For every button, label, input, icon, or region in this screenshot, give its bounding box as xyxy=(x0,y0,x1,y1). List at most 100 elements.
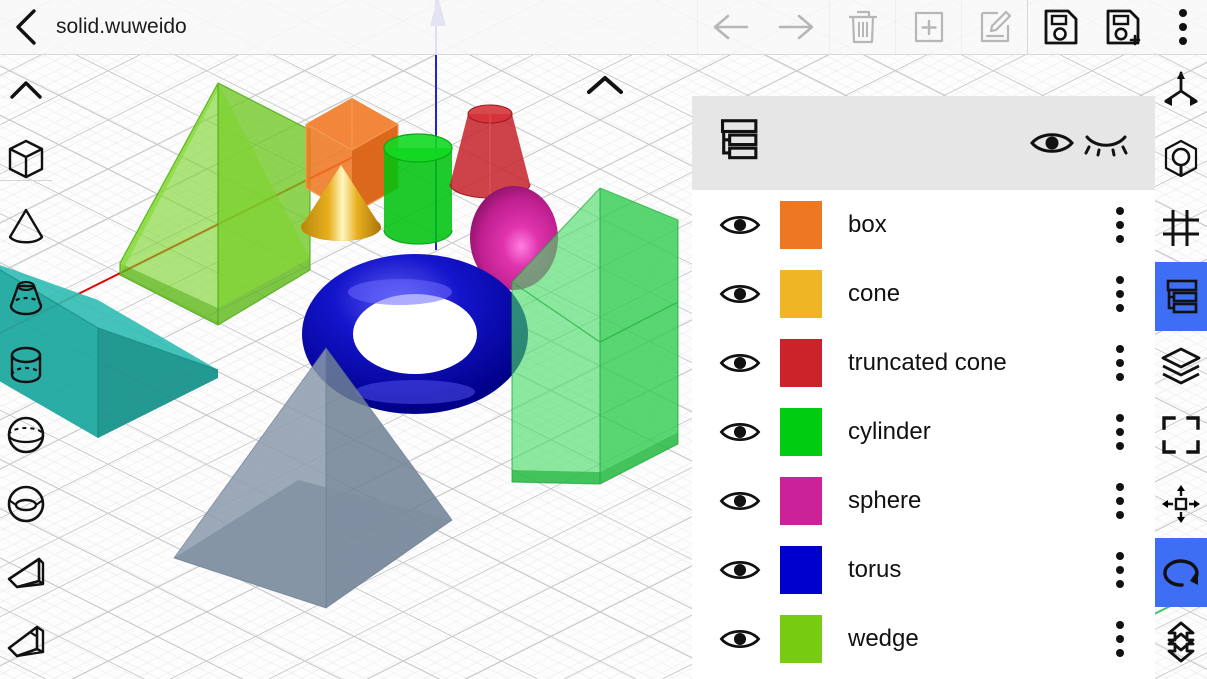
save-as-button[interactable] xyxy=(1093,0,1159,54)
row-visibility-toggle[interactable] xyxy=(714,350,766,376)
tool-prism-button[interactable] xyxy=(0,607,52,676)
chevron-up-icon xyxy=(587,76,623,94)
viewport-collapse-button[interactable] xyxy=(584,68,626,102)
pencil-edit-icon xyxy=(980,10,1011,43)
kebab-menu-icon xyxy=(1116,413,1124,450)
edit-button[interactable] xyxy=(961,0,1027,54)
outliner-row[interactable]: sphere xyxy=(692,466,1155,535)
eye-open-icon xyxy=(719,215,761,234)
row-color-swatch[interactable] xyxy=(780,338,822,387)
outliner-row[interactable]: truncated cone xyxy=(692,328,1155,397)
tool-cylinder-button[interactable] xyxy=(0,331,52,400)
row-menu-button[interactable] xyxy=(1099,620,1141,657)
crop-brackets-icon xyxy=(1162,415,1200,454)
show-all-button[interactable] xyxy=(1025,116,1079,170)
object-cone[interactable] xyxy=(298,165,384,245)
tool-truncated-cone-button[interactable] xyxy=(0,262,52,331)
cone-icon xyxy=(8,208,44,243)
outliner-row[interactable]: box xyxy=(692,190,1155,259)
move-tool-button[interactable] xyxy=(1155,469,1207,538)
outliner-row[interactable]: torus xyxy=(692,535,1155,604)
row-label: box xyxy=(848,210,887,238)
outliner-panel: box cone truncated cone cylinder sphere torus… xyxy=(692,96,1155,679)
outliner-button[interactable] xyxy=(1155,262,1207,331)
arrow-right-icon xyxy=(778,14,814,40)
grid-icon xyxy=(1163,209,1199,246)
outliner-row[interactable]: cone xyxy=(692,259,1155,328)
kebab-menu-icon xyxy=(1116,482,1124,519)
grid-toggle-button[interactable] xyxy=(1155,193,1207,262)
tool-sphere-button[interactable] xyxy=(0,400,52,469)
zoom-to-fit-button[interactable] xyxy=(1155,124,1207,193)
eye-open-icon xyxy=(1030,133,1074,153)
outliner-header xyxy=(692,96,1155,190)
row-menu-button[interactable] xyxy=(1099,275,1141,312)
tool-box-button[interactable] xyxy=(0,124,52,193)
tree-list-icon xyxy=(1166,279,1198,313)
torus-icon xyxy=(7,485,45,522)
outliner-row[interactable]: wedge xyxy=(692,604,1155,673)
row-color-swatch[interactable] xyxy=(780,545,822,594)
hide-all-button[interactable] xyxy=(1079,116,1133,170)
tool-wedge-button[interactable] xyxy=(0,538,52,607)
truncated-cone-icon xyxy=(9,280,43,315)
object-wedge-right[interactable] xyxy=(470,182,680,512)
arrow-left-icon xyxy=(713,14,748,40)
scale-tool-button[interactable] xyxy=(1155,607,1207,676)
cube-icon xyxy=(8,139,44,178)
rotate-tool-button[interactable] xyxy=(1155,538,1207,607)
tool-cone-button[interactable] xyxy=(0,193,52,262)
row-color-swatch[interactable] xyxy=(780,476,822,525)
row-visibility-toggle[interactable] xyxy=(714,626,766,652)
row-visibility-toggle[interactable] xyxy=(714,212,766,238)
row-menu-button[interactable] xyxy=(1099,413,1141,450)
wedge-icon xyxy=(7,557,45,588)
toolbar-actions xyxy=(697,0,1207,54)
row-menu-button[interactable] xyxy=(1099,344,1141,381)
eye-open-icon xyxy=(719,560,761,579)
eye-open-icon xyxy=(719,284,761,303)
collapse-rail-button[interactable] xyxy=(0,55,52,124)
eye-open-icon xyxy=(719,629,761,648)
row-menu-button[interactable] xyxy=(1099,206,1141,243)
move-arrows-icon xyxy=(1162,484,1200,523)
add-button[interactable] xyxy=(895,0,961,54)
outliner-list[interactable]: box cone truncated cone cylinder sphere torus… xyxy=(692,190,1155,679)
row-color-swatch[interactable] xyxy=(780,614,822,663)
layers-button[interactable] xyxy=(1155,331,1207,400)
row-visibility-toggle[interactable] xyxy=(714,488,766,514)
object-pyramid-grey[interactable] xyxy=(168,340,458,615)
delete-button[interactable] xyxy=(829,0,895,54)
kebab-menu-icon xyxy=(1116,551,1124,588)
undo-button[interactable] xyxy=(697,0,763,54)
row-visibility-toggle[interactable] xyxy=(714,281,766,307)
row-label: sphere xyxy=(848,486,922,514)
object-cylinder[interactable] xyxy=(382,133,454,254)
cylinder-icon xyxy=(10,346,42,383)
row-color-swatch[interactable] xyxy=(780,407,822,456)
axes-tripod-icon xyxy=(1164,70,1198,106)
tool-torus-button[interactable] xyxy=(0,469,52,538)
right-tool-rail xyxy=(1155,55,1207,679)
row-visibility-toggle[interactable] xyxy=(714,419,766,445)
back-button[interactable] xyxy=(0,0,52,54)
kebab-menu-icon xyxy=(1116,344,1124,381)
outliner-row[interactable]: cylinder xyxy=(692,397,1155,466)
row-visibility-toggle[interactable] xyxy=(714,557,766,583)
eye-open-icon xyxy=(719,353,761,372)
floppy-save-icon xyxy=(1044,9,1077,45)
sphere-icon xyxy=(7,416,45,453)
row-menu-button[interactable] xyxy=(1099,482,1141,519)
eye-open-icon xyxy=(719,422,761,441)
fullscreen-button[interactable] xyxy=(1155,400,1207,469)
trash-icon xyxy=(848,10,877,44)
row-color-swatch[interactable] xyxy=(780,200,822,249)
save-button[interactable] xyxy=(1027,0,1093,54)
axes-view-button[interactable] xyxy=(1155,55,1207,124)
file-plus-icon xyxy=(914,11,943,43)
layers-stack-icon xyxy=(1161,347,1201,384)
more-menu-button[interactable] xyxy=(1159,0,1207,54)
row-color-swatch[interactable] xyxy=(780,269,822,318)
redo-button[interactable] xyxy=(763,0,829,54)
row-menu-button[interactable] xyxy=(1099,551,1141,588)
